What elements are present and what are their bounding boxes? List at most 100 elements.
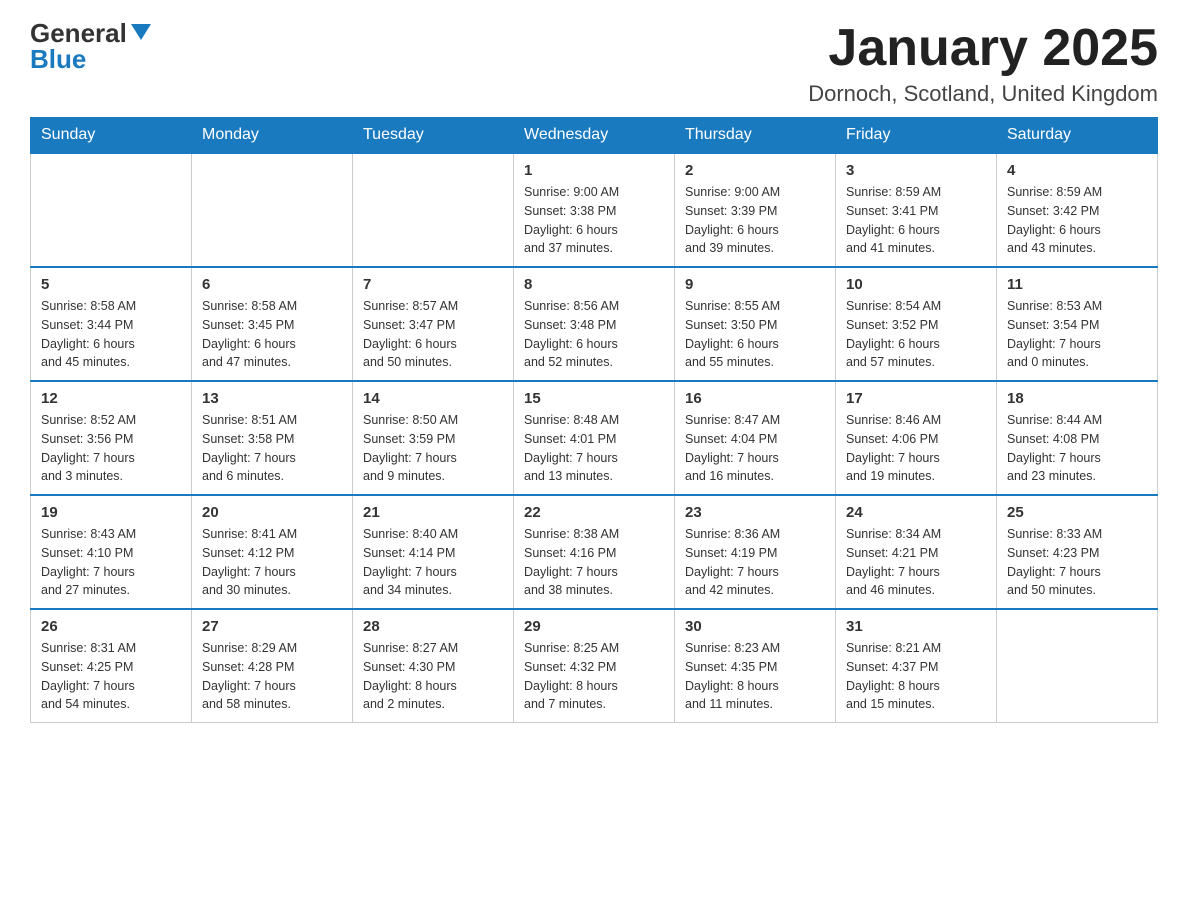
- day-number: 8: [524, 276, 664, 293]
- logo-triangle-icon: [131, 24, 151, 40]
- day-number: 21: [363, 504, 503, 521]
- day-number: 25: [1007, 504, 1147, 521]
- day-number: 17: [846, 390, 986, 407]
- calendar-cell: 21 Sunrise: 8:40 AMSunset: 4:14 PMDayligh…: [353, 495, 514, 609]
- calendar-cell: 27 Sunrise: 8:29 AMSunset: 4:28 PMDayligh…: [192, 609, 353, 723]
- day-info: Sunrise: 8:59 AMSunset: 3:41 PMDaylight:…: [846, 183, 986, 258]
- day-info: Sunrise: 8:58 AMSunset: 3:45 PMDaylight:…: [202, 297, 342, 372]
- day-info: Sunrise: 8:55 AMSunset: 3:50 PMDaylight:…: [685, 297, 825, 372]
- weekday-header-monday: Monday: [192, 118, 353, 154]
- day-number: 23: [685, 504, 825, 521]
- calendar-cell: [353, 153, 514, 267]
- page-header: General Blue January 2025 Dornoch, Scotl…: [30, 20, 1158, 107]
- calendar-cell: 31 Sunrise: 8:21 AMSunset: 4:37 PMDayligh…: [836, 609, 997, 723]
- day-number: 3: [846, 162, 986, 179]
- day-number: 10: [846, 276, 986, 293]
- calendar-cell: 1 Sunrise: 9:00 AMSunset: 3:38 PMDaylight…: [514, 153, 675, 267]
- day-info: Sunrise: 8:43 AMSunset: 4:10 PMDaylight:…: [41, 525, 181, 600]
- title-section: January 2025 Dornoch, Scotland, United K…: [808, 20, 1158, 107]
- calendar-cell: 10 Sunrise: 8:54 AMSunset: 3:52 PMDayligh…: [836, 267, 997, 381]
- day-info: Sunrise: 8:21 AMSunset: 4:37 PMDaylight:…: [846, 639, 986, 714]
- day-number: 11: [1007, 276, 1147, 293]
- calendar-cell: 8 Sunrise: 8:56 AMSunset: 3:48 PMDaylight…: [514, 267, 675, 381]
- day-info: Sunrise: 9:00 AMSunset: 3:38 PMDaylight:…: [524, 183, 664, 258]
- day-number: 27: [202, 618, 342, 635]
- calendar-cell: 19Sunrise: 8:43 AMSunset: 4:10 PMDayligh…: [31, 495, 192, 609]
- logo: General Blue: [30, 20, 151, 72]
- day-number: 9: [685, 276, 825, 293]
- calendar-cell: 2 Sunrise: 9:00 AMSunset: 3:39 PMDaylight…: [675, 153, 836, 267]
- day-info: Sunrise: 8:27 AMSunset: 4:30 PMDaylight:…: [363, 639, 503, 714]
- day-number: 16: [685, 390, 825, 407]
- day-number: 6: [202, 276, 342, 293]
- weekday-header-friday: Friday: [836, 118, 997, 154]
- day-info: Sunrise: 8:23 AMSunset: 4:35 PMDaylight:…: [685, 639, 825, 714]
- calendar-cell: 14 Sunrise: 8:50 AMSunset: 3:59 PMDayligh…: [353, 381, 514, 495]
- day-info: Sunrise: 8:38 AMSunset: 4:16 PMDaylight:…: [524, 525, 664, 600]
- calendar-cell: 28 Sunrise: 8:27 AMSunset: 4:30 PMDayligh…: [353, 609, 514, 723]
- logo-blue-text: Blue: [30, 46, 86, 72]
- day-info: Sunrise: 8:29 AMSunset: 4:28 PMDaylight:…: [202, 639, 342, 714]
- week-row-1: 1 Sunrise: 9:00 AMSunset: 3:38 PMDaylight…: [31, 153, 1158, 267]
- calendar-cell: 16 Sunrise: 8:47 AMSunset: 4:04 PMDayligh…: [675, 381, 836, 495]
- calendar-cell: 13 Sunrise: 8:51 AMSunset: 3:58 PMDayligh…: [192, 381, 353, 495]
- day-number: 2: [685, 162, 825, 179]
- calendar-cell: 23 Sunrise: 8:36 AMSunset: 4:19 PMDayligh…: [675, 495, 836, 609]
- day-info: Sunrise: 9:00 AMSunset: 3:39 PMDaylight:…: [685, 183, 825, 258]
- calendar-cell: 18Sunrise: 8:44 AMSunset: 4:08 PMDayligh…: [997, 381, 1158, 495]
- weekday-header-tuesday: Tuesday: [353, 118, 514, 154]
- calendar-cell: 9 Sunrise: 8:55 AMSunset: 3:50 PMDaylight…: [675, 267, 836, 381]
- day-info: Sunrise: 8:47 AMSunset: 4:04 PMDaylight:…: [685, 411, 825, 486]
- day-number: 18: [1007, 390, 1147, 407]
- day-number: 24: [846, 504, 986, 521]
- day-number: 5: [41, 276, 181, 293]
- calendar-cell: [31, 153, 192, 267]
- weekday-header-thursday: Thursday: [675, 118, 836, 154]
- weekday-header-row: SundayMondayTuesdayWednesdayThursdayFrid…: [31, 118, 1158, 154]
- day-number: 1: [524, 162, 664, 179]
- day-number: 30: [685, 618, 825, 635]
- calendar-cell: 17Sunrise: 8:46 AMSunset: 4:06 PMDayligh…: [836, 381, 997, 495]
- day-info: Sunrise: 8:25 AMSunset: 4:32 PMDaylight:…: [524, 639, 664, 714]
- day-number: 4: [1007, 162, 1147, 179]
- day-info: Sunrise: 8:57 AMSunset: 3:47 PMDaylight:…: [363, 297, 503, 372]
- calendar-cell: 22 Sunrise: 8:38 AMSunset: 4:16 PMDayligh…: [514, 495, 675, 609]
- day-info: Sunrise: 8:41 AMSunset: 4:12 PMDaylight:…: [202, 525, 342, 600]
- day-info: Sunrise: 8:58 AMSunset: 3:44 PMDaylight:…: [41, 297, 181, 372]
- day-number: 26: [41, 618, 181, 635]
- week-row-3: 12 Sunrise: 8:52 AMSunset: 3:56 PMDayligh…: [31, 381, 1158, 495]
- weekday-header-wednesday: Wednesday: [514, 118, 675, 154]
- day-number: 31: [846, 618, 986, 635]
- day-info: Sunrise: 8:48 AMSunset: 4:01 PMDaylight:…: [524, 411, 664, 486]
- calendar-cell: 12 Sunrise: 8:52 AMSunset: 3:56 PMDayligh…: [31, 381, 192, 495]
- day-info: Sunrise: 8:40 AMSunset: 4:14 PMDaylight:…: [363, 525, 503, 600]
- day-info: Sunrise: 8:52 AMSunset: 3:56 PMDaylight:…: [41, 411, 181, 486]
- calendar-cell: 30 Sunrise: 8:23 AMSunset: 4:35 PMDayligh…: [675, 609, 836, 723]
- day-info: Sunrise: 8:33 AMSunset: 4:23 PMDaylight:…: [1007, 525, 1147, 600]
- calendar-cell: 3 Sunrise: 8:59 AMSunset: 3:41 PMDaylight…: [836, 153, 997, 267]
- calendar-cell: 24 Sunrise: 8:34 AMSunset: 4:21 PMDayligh…: [836, 495, 997, 609]
- calendar-cell: 6 Sunrise: 8:58 AMSunset: 3:45 PMDaylight…: [192, 267, 353, 381]
- calendar-cell: 29 Sunrise: 8:25 AMSunset: 4:32 PMDayligh…: [514, 609, 675, 723]
- day-info: Sunrise: 8:56 AMSunset: 3:48 PMDaylight:…: [524, 297, 664, 372]
- day-number: 20: [202, 504, 342, 521]
- day-number: 13: [202, 390, 342, 407]
- day-info: Sunrise: 8:54 AMSunset: 3:52 PMDaylight:…: [846, 297, 986, 372]
- week-row-4: 19Sunrise: 8:43 AMSunset: 4:10 PMDayligh…: [31, 495, 1158, 609]
- weekday-header-sunday: Sunday: [31, 118, 192, 154]
- day-info: Sunrise: 8:53 AMSunset: 3:54 PMDaylight:…: [1007, 297, 1147, 372]
- day-info: Sunrise: 8:51 AMSunset: 3:58 PMDaylight:…: [202, 411, 342, 486]
- day-info: Sunrise: 8:34 AMSunset: 4:21 PMDaylight:…: [846, 525, 986, 600]
- day-number: 28: [363, 618, 503, 635]
- day-info: Sunrise: 8:36 AMSunset: 4:19 PMDaylight:…: [685, 525, 825, 600]
- weekday-header-saturday: Saturday: [997, 118, 1158, 154]
- day-number: 22: [524, 504, 664, 521]
- day-number: 14: [363, 390, 503, 407]
- day-number: 12: [41, 390, 181, 407]
- week-row-5: 26Sunrise: 8:31 AMSunset: 4:25 PMDayligh…: [31, 609, 1158, 723]
- day-info: Sunrise: 8:59 AMSunset: 3:42 PMDaylight:…: [1007, 183, 1147, 258]
- day-number: 29: [524, 618, 664, 635]
- location-text: Dornoch, Scotland, United Kingdom: [808, 81, 1158, 107]
- day-info: Sunrise: 8:50 AMSunset: 3:59 PMDaylight:…: [363, 411, 503, 486]
- calendar-table: SundayMondayTuesdayWednesdayThursdayFrid…: [30, 117, 1158, 723]
